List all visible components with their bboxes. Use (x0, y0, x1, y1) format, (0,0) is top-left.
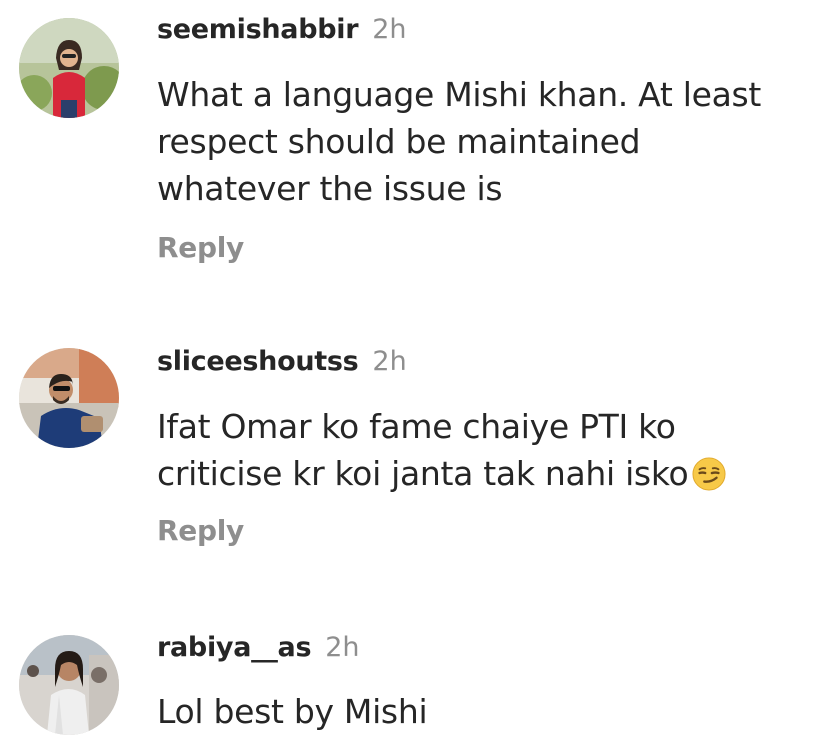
timestamp[interactable]: 2h (372, 346, 406, 377)
timestamp[interactable]: 2h (372, 14, 406, 45)
comment-text: What a language Mishi khan. At least res… (157, 71, 807, 212)
username[interactable]: rabiya__as (157, 632, 312, 663)
comment-text-line: criticise kr koi janta tak nahi isko (157, 454, 689, 493)
avatar[interactable] (19, 635, 119, 735)
avatar-photo (19, 348, 119, 448)
avatar-photo (19, 635, 119, 735)
comment-meta: sliceeshoutss 2h (157, 346, 407, 382)
comment-meta: rabiya__as 2h (157, 632, 360, 668)
comment-text-line-with-emoji: criticise kr koi janta tak nahi isko (157, 450, 807, 497)
avatar[interactable] (19, 18, 119, 118)
avatar[interactable] (19, 348, 119, 448)
comment-meta: seemishabbir 2h (157, 14, 407, 50)
comment-text: Lol best by Mishi (157, 688, 807, 735)
comment-text-line: What a language Mishi khan. At least (157, 75, 762, 114)
comment-text: Ifat Omar ko fame chaiye PTI ko criticis… (157, 403, 807, 497)
reply-button[interactable]: Reply (157, 231, 244, 264)
comment-text-line: Lol best by Mishi (157, 692, 428, 731)
smirking-face-icon (692, 457, 726, 491)
comment-text-line: respect should be maintained (157, 122, 641, 161)
reply-button[interactable]: Reply (157, 514, 244, 547)
comment-text-line: whatever the issue is (157, 169, 503, 208)
avatar-photo (19, 18, 119, 118)
timestamp[interactable]: 2h (325, 632, 359, 663)
comment-text-line: Ifat Omar ko fame chaiye PTI ko (157, 407, 676, 446)
username[interactable]: sliceeshoutss (157, 346, 359, 377)
username[interactable]: seemishabbir (157, 14, 359, 45)
